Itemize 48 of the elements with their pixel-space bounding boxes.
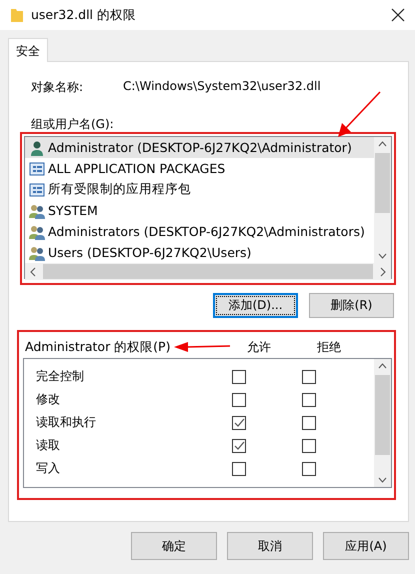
arrow-annotation [174, 341, 230, 353]
scroll-right-icon[interactable] [379, 266, 387, 276]
users-icon [29, 202, 45, 218]
allow-checkbox[interactable] [232, 416, 246, 430]
remove-button[interactable]: 删除(R) [309, 293, 394, 318]
cancel-button[interactable]: 取消 [227, 532, 313, 560]
deny-checkbox[interactable] [302, 370, 316, 384]
scrollbar[interactable] [374, 137, 391, 263]
security-tab[interactable]: 安全 [8, 38, 48, 62]
deny-checkbox[interactable] [302, 392, 316, 406]
user-list-item[interactable]: SYSTEM [25, 200, 374, 221]
horizontal-scrollbar[interactable] [25, 263, 391, 280]
apply-button[interactable]: 应用(A) [323, 532, 409, 560]
folder-icon [10, 7, 24, 23]
permission-name: 完全控制 [36, 368, 85, 385]
user-icon [29, 140, 45, 156]
allow-checkbox[interactable] [232, 438, 246, 452]
scrollbar[interactable] [374, 359, 391, 487]
add-button[interactable]: 添加(D)... [213, 293, 298, 318]
permission-name: 读取和执行 [36, 414, 97, 431]
user-list-item[interactable]: 所有受限制的应用程序包 [25, 179, 374, 200]
column-header: 拒绝 [316, 338, 342, 356]
user-list-item[interactable]: ALL APPLICATION PACKAGES [25, 158, 374, 179]
deny-checkbox[interactable] [302, 438, 316, 452]
package-icon [29, 160, 45, 176]
user-list-item[interactable]: Administrators (DESKTOP-6J27KQ2\Administrators) [25, 221, 374, 242]
allow-checkbox[interactable] [232, 370, 246, 384]
permissions-label: Administrator 的权限(P) [25, 338, 170, 356]
deny-checkbox[interactable] [302, 462, 316, 476]
users-icon [29, 224, 45, 240]
user-list-item[interactable]: Administrator (DESKTOP-6J27KQ2\Administrator) [25, 137, 374, 158]
users-icon [29, 244, 45, 260]
scroll-left-icon[interactable] [29, 266, 37, 276]
close-icon[interactable] [391, 8, 405, 22]
permission-name: 修改 [36, 391, 61, 408]
deny-checkbox[interactable] [302, 416, 316, 430]
permission-name: 写入 [36, 460, 61, 477]
user-list-item[interactable]: Users (DESKTOP-6J27KQ2\Users) [25, 242, 374, 263]
column-header: 允许 [246, 338, 272, 356]
permission-name: 读取 [36, 437, 61, 454]
object-name-value: C:\Windows\System32\user32.dll [123, 79, 321, 95]
package-icon [29, 182, 45, 198]
groups-label: 组或用户名(G): [30, 116, 115, 132]
allow-checkbox[interactable] [232, 462, 246, 476]
window-title: user32.dll 的权限 [31, 6, 137, 24]
ok-button[interactable]: 确定 [131, 532, 217, 560]
allow-checkbox[interactable] [232, 392, 246, 406]
object-name-label: 对象名称: [31, 79, 84, 96]
